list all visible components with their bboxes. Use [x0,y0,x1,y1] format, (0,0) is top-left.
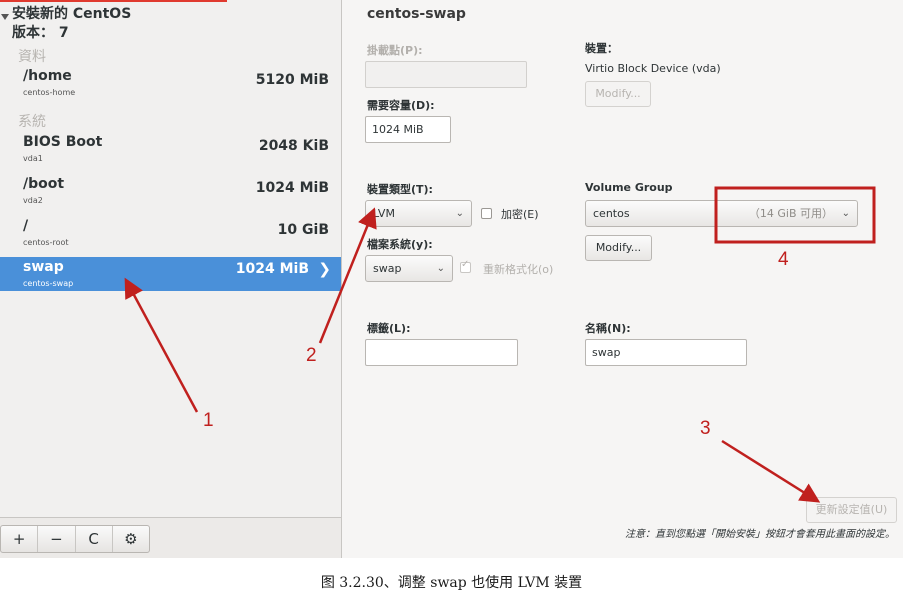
mount-size: 1024 MiB [256,180,329,196]
mount-size: 10 GiB [278,222,329,238]
volume-group-free: （14 GiB 可用） [749,201,833,226]
device-type-label: 裝置類型(T): [367,181,433,197]
expander-triangle-icon[interactable] [1,14,9,20]
volume-group-combo[interactable]: centos （14 GiB 可用） ⌄ [585,200,858,227]
mount-sub: vda1 [23,154,43,163]
mount-item-root[interactable]: / centos-root 10 GiB [0,218,341,258]
mount-size: 2048 KiB [259,138,329,154]
figure-caption: 图 3.2.30、调整 swap 也使用 LVM 装置 [0,572,903,592]
mount-item-boot[interactable]: /boot vda2 1024 MiB [0,176,341,216]
top-accent-line [0,0,227,2]
name-field-label: 名稱(N): [585,320,631,336]
mount-sub: centos-root [23,238,69,247]
mount-point-input[interactable] [365,61,527,88]
chevron-right-icon: ❯ [318,260,331,278]
group-header-system: 系統 [18,111,46,131]
annotation-number-4: 4 [778,249,789,271]
installer-screenshot: 安裝新的 CentOS 版本： 7 資料 /home centos-home 5… [0,0,903,558]
group-header-data: 資料 [18,46,46,66]
volume-group-modify-button[interactable]: Modify... [585,235,652,261]
reformat-label: 重新格式化(o) [483,261,553,277]
mount-item-swap[interactable]: swap centos-swap 1024 MiB ❯ [0,257,341,291]
volume-group-value: centos [593,207,630,220]
encrypt-checkbox[interactable] [481,208,492,219]
device-label: 裝置： [585,40,618,56]
apply-note: 注意：直到您點選「開始安裝」按鈕才會套用此畫面的設定。 [595,528,895,541]
volume-group-label: Volume Group [585,181,673,194]
reformat-checkbox[interactable]: ✓ [460,262,471,273]
device-modify-button[interactable]: Modify... [585,81,651,107]
encrypt-label: 加密(E) [501,206,539,222]
desired-capacity-label: 需要容量(D): [367,97,435,113]
configure-icon[interactable]: ⚙ [113,526,149,552]
add-mount-button[interactable]: + [1,526,38,552]
mount-item-bios-boot[interactable]: BIOS Boot vda1 2048 KiB [0,134,341,174]
label-input[interactable] [365,339,518,366]
mount-sub: centos-home [23,88,75,97]
filesystem-label: 檔案系統(y): [367,236,433,252]
label-field-label: 標籤(L): [367,320,410,336]
annotation-number-3: 3 [700,418,711,440]
annotation-number-2: 2 [306,345,317,367]
mount-name: swap [23,259,64,275]
install-title: 安裝新的 CentOS [12,6,131,23]
mount-name: /home [23,68,72,84]
mount-point-label: 掛載點(P): [367,42,423,58]
mount-sub: vda2 [23,196,43,205]
mount-point-list-panel: 安裝新的 CentOS 版本： 7 資料 /home centos-home 5… [0,0,342,558]
chevron-down-icon: ⌄ [842,201,850,226]
remove-mount-button[interactable]: − [38,526,75,552]
desired-capacity-input[interactable]: 1024 MiB [365,116,451,143]
name-input[interactable]: swap [585,339,747,366]
mount-sub: centos-swap [23,279,73,288]
mount-button-group: + − C ⚙ [0,525,150,553]
check-icon: ✓ [461,259,469,270]
mount-name: /boot [23,176,64,192]
version-label: 版本： 7 [12,25,69,42]
refresh-button[interactable]: C [76,526,113,552]
device-detail-panel: centos-swap 掛載點(P): 需要容量(D): 1024 MiB 裝置… [343,0,903,558]
mount-size: 5120 MiB [256,72,329,88]
mount-size: 1024 MiB [236,261,309,277]
annotation-number-1: 1 [203,410,214,432]
mount-name: / [23,218,28,234]
mount-item-home[interactable]: /home centos-home 5120 MiB [0,68,341,108]
device-title: centos-swap [367,6,466,22]
mount-toolbar: + − C ⚙ [0,517,341,558]
device-type-value: LVM [373,207,395,220]
mount-name: BIOS Boot [23,134,102,150]
filesystem-combo[interactable]: swap ⌄ [365,255,453,282]
update-settings-button[interactable]: 更新設定值(U) [806,497,897,523]
device-value: Virtio Block Device (vda) [585,62,721,75]
device-type-combo[interactable]: LVM ⌄ [365,200,472,227]
filesystem-value: swap [373,262,401,275]
chevron-down-icon: ⌄ [456,201,464,226]
chevron-down-icon: ⌄ [437,256,445,281]
